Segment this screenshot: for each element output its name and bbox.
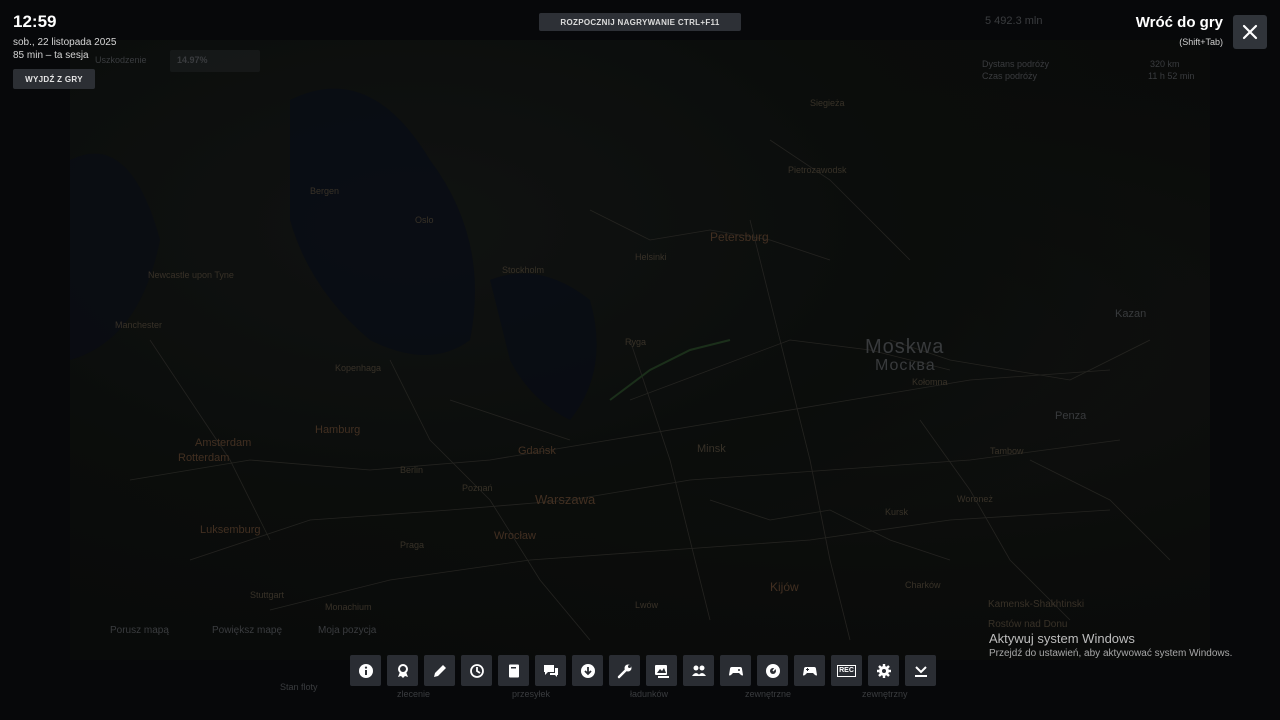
- chat-button[interactable]: [535, 655, 566, 686]
- record-button[interactable]: REC: [831, 655, 862, 686]
- workshop-button[interactable]: [609, 655, 640, 686]
- gear-icon: [876, 663, 891, 678]
- remote-controller-icon: [728, 666, 743, 675]
- exit-game-button[interactable]: WYJDŹ Z GRY: [13, 69, 95, 89]
- downloads-button[interactable]: [572, 655, 603, 686]
- controller-icon: [802, 666, 817, 675]
- guides-button[interactable]: [498, 655, 529, 686]
- travel-time-label: Czas podróży: [982, 71, 1038, 81]
- close-icon: [1242, 24, 1258, 40]
- download-icon: [580, 663, 595, 678]
- tab-label-3: ładunków: [630, 689, 669, 699]
- screenshot-icon: [654, 664, 669, 678]
- windows-activation-title: Aktywuj system Windows: [989, 631, 1135, 646]
- minimize-icon: [914, 665, 927, 677]
- screenshots-button[interactable]: [646, 655, 677, 686]
- info-button[interactable]: [350, 655, 381, 686]
- odometer: 5 492.3 mln: [985, 15, 1043, 27]
- remaining-distance-value: 320 km: [1150, 59, 1180, 69]
- settings-button[interactable]: [868, 655, 899, 686]
- clock: 12:59: [13, 12, 57, 31]
- performance-button[interactable]: [757, 655, 788, 686]
- session-time: 85 min – ta sesja: [13, 50, 89, 61]
- friends-icon: [691, 665, 706, 676]
- book-icon: [508, 664, 519, 677]
- tab-label-1: zlecenie: [397, 689, 431, 699]
- tab-label-4: zewnętrzne: [745, 689, 792, 699]
- map-hint-move: Porusz mapą: [110, 625, 169, 636]
- close-overlay-button[interactable]: [1233, 15, 1267, 49]
- edit-button[interactable]: [424, 655, 455, 686]
- overlay-toolbar: REC: [350, 655, 936, 686]
- map-hint-zoom: Powiększ mapę: [212, 625, 283, 636]
- tab-label-0: Stan floty: [280, 682, 318, 692]
- travel-time-value: 11 h 52 min: [1148, 71, 1195, 81]
- rec-icon: REC: [837, 664, 856, 677]
- pencil-icon: [433, 664, 446, 677]
- overlay-dim: [0, 0, 1280, 720]
- controller-button[interactable]: [794, 655, 825, 686]
- remaining-distance-label: Dystans podróży: [982, 59, 1050, 69]
- tab-label-5: zewnętrzny: [862, 689, 908, 699]
- date: sob., 22 listopada 2025: [13, 37, 117, 48]
- gauge-icon: [765, 663, 780, 678]
- start-recording-button[interactable]: ROZPOCZNIJ NAGRYWANIE CTRL+F11: [539, 13, 741, 31]
- friends-button[interactable]: [683, 655, 714, 686]
- remote-play-button[interactable]: [720, 655, 751, 686]
- back-to-game-title[interactable]: Wróć do gry: [1136, 14, 1223, 31]
- back-to-game-hint: (Shift+Tab): [1179, 37, 1223, 47]
- chat-icon: [543, 664, 558, 677]
- damage-value: 14.97%: [177, 55, 208, 65]
- minimize-button[interactable]: [905, 655, 936, 686]
- achievements-button[interactable]: [387, 655, 418, 686]
- windows-activation-subtitle: Przejdź do ustawień, aby aktywować syste…: [989, 648, 1233, 659]
- damage-label: Uszkodzenie: [95, 55, 147, 65]
- wrench-icon: [617, 664, 631, 678]
- recent-button[interactable]: [461, 655, 492, 686]
- map-hint-position: Moja pozycja: [318, 625, 377, 636]
- achievement-icon: [397, 663, 408, 678]
- info-icon: [358, 663, 373, 678]
- history-icon: [469, 663, 484, 678]
- tab-label-2: przesyłek: [512, 689, 551, 699]
